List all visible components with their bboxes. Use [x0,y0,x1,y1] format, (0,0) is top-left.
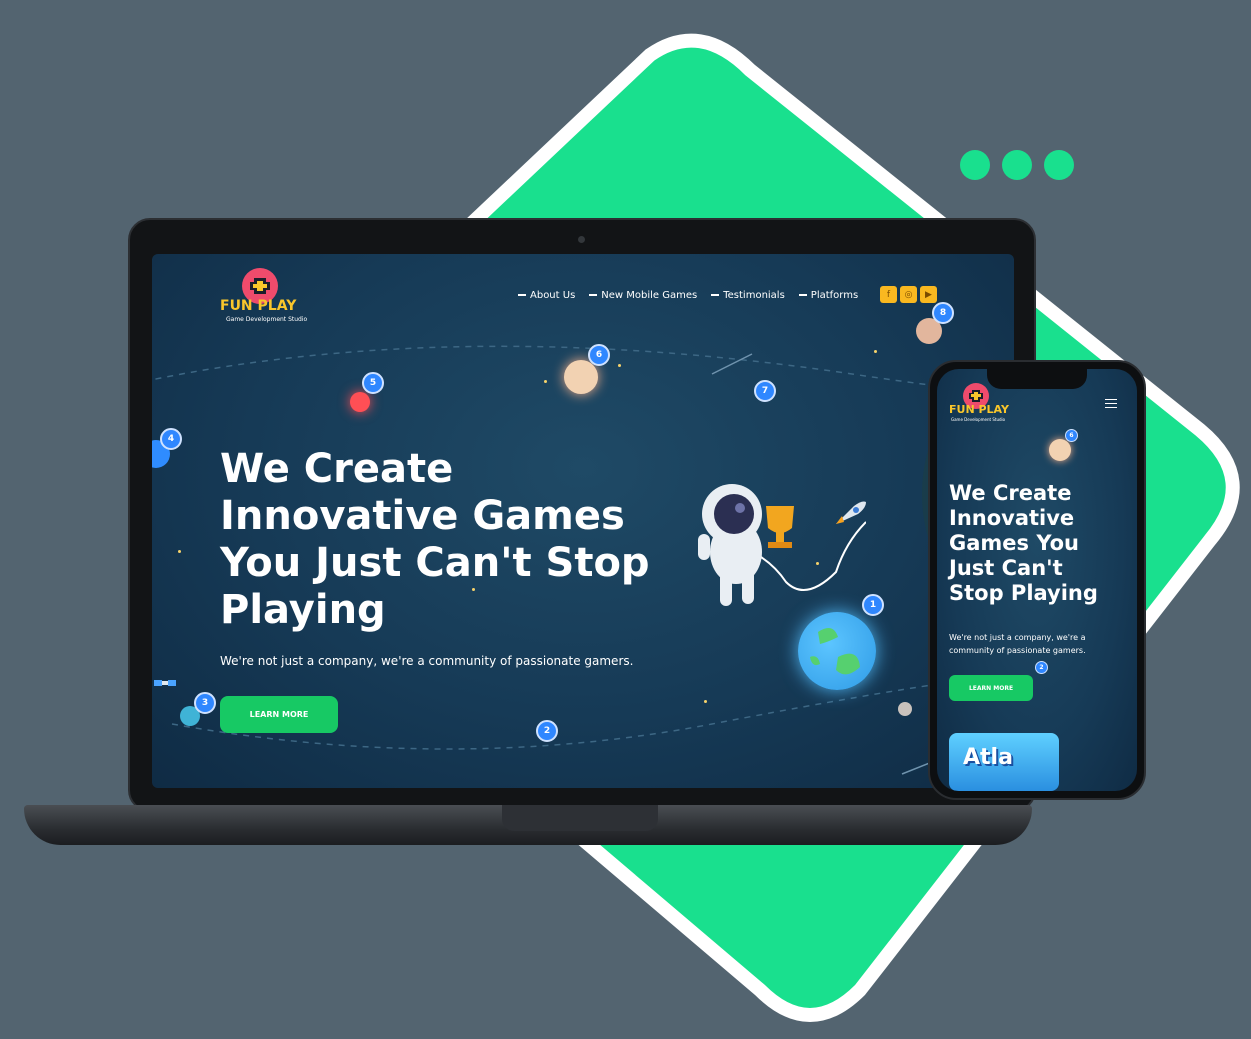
star [178,550,181,553]
planet-badge[interactable]: 2 [536,720,558,742]
planet-red [350,392,370,412]
planet-badge[interactable]: 5 [362,372,384,394]
hero-subtext: We're not just a company, we're a commun… [949,631,1086,657]
youtube-icon[interactable]: ▶ [920,286,937,303]
mobile-website-screen: FUN PLAY Game Development Studio 6 We Cr… [937,369,1137,791]
instagram-icon[interactable]: ◎ [900,286,917,303]
game-thumbnail[interactable]: Atla [949,733,1059,791]
headline-line: Innovative Games [220,493,625,539]
star [816,562,819,565]
planet-badge[interactable]: 1 [862,594,884,616]
phone-mockup: FUN PLAY Game Development Studio 6 We Cr… [928,360,1146,800]
planet-badge[interactable]: 4 [160,428,182,450]
laptop-base [24,805,1032,845]
star [618,364,621,367]
logo-text[interactable]: FUN PLAY [220,298,296,314]
astronaut-illustration [698,484,866,606]
headline-line: Just Can't [949,556,1063,580]
dot [960,150,990,180]
planet-badge[interactable]: 6 [1065,429,1078,442]
logo-text[interactable]: FUN PLAY [949,403,1009,416]
main-navigation: About Us New Mobile Games Testimonials P… [518,290,858,301]
subtext-line: community of passionate gamers. [949,646,1086,655]
headline-line: Stop Playing [949,581,1098,605]
satellite-icon [154,680,176,686]
star [472,588,475,591]
dot [1044,150,1074,180]
nav-testimonials[interactable]: Testimonials [711,290,785,301]
headline-line: Playing [220,587,386,633]
rocket-icon [836,501,866,524]
headline-line: Innovative [949,506,1075,530]
nav-platforms[interactable]: Platforms [799,290,858,301]
hero-subtext: We're not just a company, we're a commun… [220,654,634,668]
planet-earth [798,612,876,690]
social-links: f ◎ ▶ [880,286,937,303]
nav-about-us[interactable]: About Us [518,290,575,301]
star [874,350,877,353]
logo-subtitle: Game Development Studio [226,316,308,323]
decorative-dots [960,150,1074,180]
learn-more-button[interactable]: LEARN MORE [949,675,1033,701]
planet-peach [564,360,598,394]
game-thumbnail-title: Atla [963,745,1013,770]
dot [1002,150,1032,180]
facebook-icon[interactable]: f [880,286,897,303]
headline-line: Games You [949,531,1079,555]
planet-badge[interactable]: 8 [932,302,954,324]
laptop-hinge-notch [502,805,658,831]
star [544,380,547,383]
phone-notch [987,369,1087,389]
hero-headline: We Create Innovative Games You Just Can'… [220,446,650,634]
planet-badge[interactable]: 7 [754,380,776,402]
desktop-website-screen: FUN PLAY Game Development Studio About U… [152,254,1014,788]
star [704,700,707,703]
planet-peach [1049,439,1071,461]
planet-badge[interactable]: 2 [1035,661,1048,674]
planet-grey-small [898,702,912,716]
logo-subtitle: Game Development Studio [951,417,1006,422]
laptop-mockup: FUN PLAY Game Development Studio About U… [128,218,1036,812]
laptop-camera [578,236,585,243]
hamburger-menu-icon[interactable] [1105,399,1117,408]
headline-line: We Create [220,446,454,492]
planet-badge[interactable]: 6 [588,344,610,366]
hero-headline: We Create Innovative Games You Just Can'… [949,481,1098,606]
nav-new-mobile-games[interactable]: New Mobile Games [589,290,697,301]
headline-line: You Just Can't Stop [220,540,650,586]
headline-line: We Create [949,481,1072,505]
learn-more-button[interactable]: LEARN MORE [220,696,338,733]
subtext-line: We're not just a company, we're a [949,633,1086,642]
planet-badge[interactable]: 3 [194,692,216,714]
